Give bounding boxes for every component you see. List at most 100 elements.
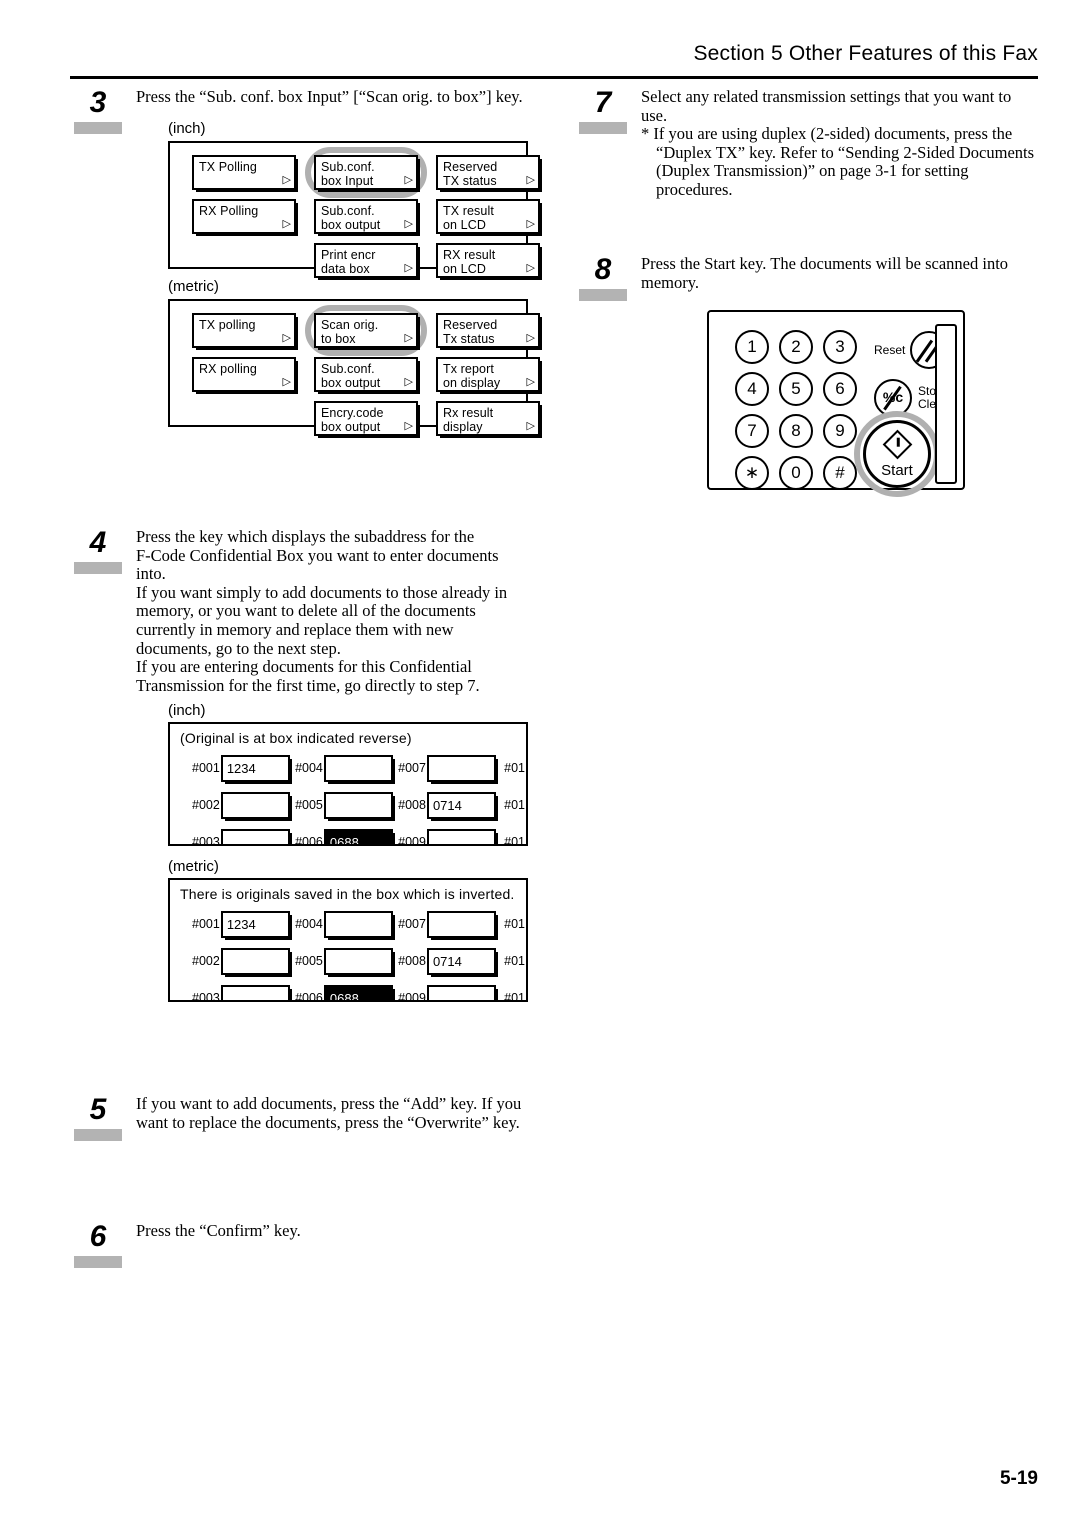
- keypad-key-∗[interactable]: ∗: [735, 456, 769, 490]
- lcd-cell: Sub.conf. box output ▷: [314, 357, 422, 394]
- keypad-key-9[interactable]: 9: [823, 414, 857, 448]
- lcd-key-metric-8[interactable]: Rx result display ▷: [436, 401, 540, 436]
- chevron-right-icon: ▷: [526, 376, 535, 388]
- keypad-row: ∗ 0 #: [735, 456, 867, 490]
- box-field-metric-1-0[interactable]: [220, 947, 291, 975]
- box-number-label: #003: [192, 991, 220, 1002]
- lcd-key-metric-1[interactable]: Scan orig. to box ▷: [314, 313, 418, 348]
- box-field-metric-2-2[interactable]: [426, 984, 497, 1000]
- lcd-key-label-line2: box output: [321, 218, 381, 232]
- keypad-key-2[interactable]: 2: [779, 330, 813, 364]
- lcd-key-metric-7[interactable]: Encry.code box output ▷: [314, 401, 418, 436]
- keypad-key-3[interactable]: 3: [823, 330, 857, 364]
- box-number-label: #008: [398, 798, 426, 812]
- lcd-cell: Print encr data box ▷: [314, 243, 422, 280]
- lcd-key-label-line1: RX polling: [199, 362, 257, 376]
- lcd-key-inch-0[interactable]: TX Polling ▷: [192, 155, 296, 190]
- lcd-key-label-line2: to box: [321, 332, 356, 346]
- box-field-inch-2-0[interactable]: [220, 828, 291, 844]
- lcd-key-label-line1: Encry.code: [321, 406, 384, 420]
- keypad-key-5[interactable]: 5: [779, 372, 813, 406]
- lcd-cell: RX polling ▷: [192, 357, 300, 394]
- keypad-row: 789: [735, 414, 867, 448]
- lcd-key-label-line1: Tx report: [443, 362, 494, 376]
- header-divider: [70, 76, 1038, 79]
- keypad-key-0[interactable]: 0: [779, 456, 813, 490]
- box-number-label: #005: [295, 954, 323, 968]
- box-field-metric-0-0[interactable]: 1234: [220, 910, 291, 938]
- box-number-label: #001: [192, 917, 220, 931]
- lcd-key-label-line2: display: [443, 420, 483, 434]
- lcd-key-inch-2[interactable]: Reserved TX status ▷: [436, 155, 540, 190]
- unit-caption-inch-step3: (inch): [168, 120, 206, 137]
- lcd-key-inch-1[interactable]: Sub.conf. box Input ▷: [314, 155, 418, 190]
- box-panel-metric-title: There is originals saved in the box whic…: [180, 886, 515, 902]
- box-number-label: #01: [504, 917, 525, 931]
- lcd-key-metric-3[interactable]: RX polling ▷: [192, 357, 296, 392]
- lcd-key-inch-8[interactable]: RX result on LCD ▷: [436, 243, 540, 278]
- reset-key[interactable]: Reset: [874, 330, 994, 370]
- step-3-bar: [74, 122, 122, 134]
- box-field-metric-2-1[interactable]: 0688: [323, 984, 394, 1000]
- lcd-key-inch-4[interactable]: Sub.conf. box output ▷: [314, 199, 418, 234]
- step-4-number: 4: [89, 526, 107, 559]
- subaddress-box-panel-inch: (Original is at box indicated reverse) #…: [168, 722, 528, 846]
- keypad-key-6[interactable]: 6: [823, 372, 857, 406]
- box-field-metric-0-2[interactable]: [426, 910, 497, 938]
- keypad-key-8[interactable]: 8: [779, 414, 813, 448]
- box-field-inch-0-2[interactable]: [426, 754, 497, 782]
- step-8-number: 8: [594, 253, 612, 286]
- step-6-bar: [74, 1256, 122, 1268]
- keypad-key-7[interactable]: 7: [735, 414, 769, 448]
- lcd-cell: RX Polling ▷: [192, 199, 300, 236]
- keypad-key-1[interactable]: 1: [735, 330, 769, 364]
- box-field-inch-2-2[interactable]: [426, 828, 497, 844]
- lcd-key-metric-2[interactable]: Reserved Tx status ▷: [436, 313, 540, 348]
- box-field-metric-0-1[interactable]: [323, 910, 394, 938]
- lcd-cell: Scan orig. to box ▷: [305, 305, 427, 356]
- box-number-label: #01: [504, 798, 525, 812]
- box-field-inch-0-0[interactable]: 1234: [220, 754, 291, 782]
- step-5-line-1: If you want to add documents, press the …: [136, 1094, 522, 1113]
- step-8-bar: [579, 289, 627, 301]
- step-6-line-1: Press the “Confirm” key.: [136, 1221, 301, 1240]
- lcd-key-label-line1: Reserved: [443, 160, 498, 174]
- step-4-line-8: If you are entering documents for this C…: [136, 657, 472, 677]
- chevron-right-icon: ▷: [404, 174, 413, 186]
- chevron-right-icon: ▷: [526, 174, 535, 186]
- lcd-key-metric-5[interactable]: Tx report on display ▷: [436, 357, 540, 392]
- lcd-key-metric-4[interactable]: Sub.conf. box output ▷: [314, 357, 418, 392]
- lcd-cell: Reserved Tx status ▷: [436, 313, 544, 350]
- lcd-key-label-line1: RX Polling: [199, 204, 259, 218]
- lcd-key-label-line1: TX result: [443, 204, 494, 218]
- box-field-metric-2-0[interactable]: [220, 984, 291, 1000]
- lcd-key-inch-3[interactable]: RX Polling ▷: [192, 199, 296, 234]
- step-4-line-7: documents, go to the next step.: [136, 638, 341, 658]
- lcd-panel-metric: TX polling ▷ Scan orig. to box ▷ Reserved Tx s…: [168, 299, 540, 436]
- box-panel-metric-rows: #001 1234 #004 #007 #01 #002 #005 #008 0714 #01 #0…: [170, 904, 526, 1002]
- box-number-label: #006: [295, 991, 323, 1002]
- box-field-metric-1-2[interactable]: 0714: [426, 947, 497, 975]
- lcd-key-label-line2: box output: [321, 376, 381, 390]
- box-number-label: #004: [295, 917, 323, 931]
- box-row: #002 #005 #008 0714 #01: [192, 788, 526, 822]
- box-field-metric-1-1[interactable]: [323, 947, 394, 975]
- lcd-key-inch-5[interactable]: TX result on LCD ▷: [436, 199, 540, 234]
- box-field-inch-1-1[interactable]: [323, 791, 394, 819]
- lcd-key-inch-7[interactable]: Print encr data box ▷: [314, 243, 418, 278]
- step-7-text: Select any related transmission settings…: [641, 87, 1061, 200]
- lcd-key-metric-0[interactable]: TX polling ▷: [192, 313, 296, 348]
- box-number-label: #01: [504, 835, 525, 846]
- box-number-label: #01: [504, 954, 525, 968]
- keypad-key-#[interactable]: #: [823, 456, 857, 490]
- box-field-inch-0-1[interactable]: [323, 754, 394, 782]
- lcd-cell: TX polling ▷: [192, 313, 300, 350]
- keypad-key-4[interactable]: 4: [735, 372, 769, 406]
- box-field-inch-2-1[interactable]: 0688: [323, 828, 394, 844]
- box-number-label: #006: [295, 835, 323, 846]
- start-button[interactable]: Start: [863, 420, 931, 488]
- box-field-inch-1-2[interactable]: 0714: [426, 791, 497, 819]
- box-field-inch-1-0[interactable]: [220, 791, 291, 819]
- step-7-bar: [579, 122, 627, 134]
- lcd-key-grid-inch: TX Polling ▷ Sub.conf. box Input ▷ Reserved TX…: [170, 143, 540, 292]
